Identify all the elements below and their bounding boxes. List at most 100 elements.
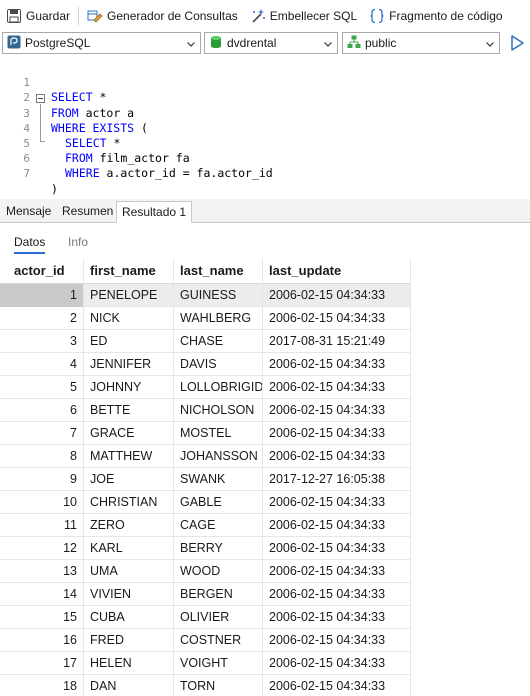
table-cell[interactable]: WOOD bbox=[174, 560, 263, 583]
table-cell[interactable]: 2 bbox=[0, 307, 84, 330]
tab-summary[interactable]: Resumen bbox=[57, 201, 118, 223]
table-cell[interactable]: WAHLBERG bbox=[174, 307, 263, 330]
table-cell[interactable]: GABLE bbox=[174, 491, 263, 514]
table-row[interactable]: 14 VIVIEN BERGEN 2006-02-15 04:34:33 bbox=[0, 583, 411, 606]
table-cell[interactable]: 2006-02-15 04:34:33 bbox=[263, 514, 411, 537]
table-cell[interactable]: JOHANSSON bbox=[174, 445, 263, 468]
table-cell[interactable]: DAVIS bbox=[174, 353, 263, 376]
table-cell[interactable]: HELEN bbox=[84, 652, 174, 675]
tab-info[interactable]: Info bbox=[68, 234, 88, 254]
table-cell[interactable]: 1 bbox=[0, 284, 84, 307]
table-cell[interactable]: 2017-12-27 16:05:38 bbox=[263, 468, 411, 491]
table-cell[interactable]: CAGE bbox=[174, 514, 263, 537]
snippet-button[interactable]: Fragmento de código bbox=[365, 4, 506, 28]
table-cell[interactable]: MOSTEL bbox=[174, 422, 263, 445]
table-cell[interactable]: 8 bbox=[0, 445, 84, 468]
table-cell[interactable]: NICHOLSON bbox=[174, 399, 263, 422]
table-cell[interactable]: 13 bbox=[0, 560, 84, 583]
table-cell[interactable]: COSTNER bbox=[174, 629, 263, 652]
table-cell[interactable]: 10 bbox=[0, 491, 84, 514]
table-row[interactable]: 11 ZERO CAGE 2006-02-15 04:34:33 bbox=[0, 514, 411, 537]
table-row[interactable]: 2 NICK WAHLBERG 2006-02-15 04:34:33 bbox=[0, 307, 411, 330]
table-cell[interactable]: ZERO bbox=[84, 514, 174, 537]
table-row[interactable]: 9 JOE SWANK 2017-12-27 16:05:38 bbox=[0, 468, 411, 491]
table-cell[interactable]: VOIGHT bbox=[174, 652, 263, 675]
table-cell[interactable]: 9 bbox=[0, 468, 84, 491]
table-cell[interactable]: 2006-02-15 04:34:33 bbox=[263, 629, 411, 652]
table-cell[interactable]: 2006-02-15 04:34:33 bbox=[263, 560, 411, 583]
column-header[interactable]: last_update bbox=[263, 258, 411, 284]
tab-result-1[interactable]: Resultado 1 bbox=[116, 201, 193, 223]
table-cell[interactable]: JOHNNY bbox=[84, 376, 174, 399]
table-row[interactable]: 8 MATTHEW JOHANSSON 2006-02-15 04:34:33 bbox=[0, 445, 411, 468]
table-cell[interactable]: 4 bbox=[0, 353, 84, 376]
table-row[interactable]: 15 CUBA OLIVIER 2006-02-15 04:34:33 bbox=[0, 606, 411, 629]
table-cell[interactable]: 3 bbox=[0, 330, 84, 353]
column-header[interactable]: actor_id bbox=[0, 258, 84, 284]
table-cell[interactable]: 2006-02-15 04:34:33 bbox=[263, 376, 411, 399]
table-cell[interactable]: 2006-02-15 04:34:33 bbox=[263, 583, 411, 606]
table-cell[interactable]: TORN bbox=[174, 675, 263, 696]
table-cell[interactable]: VIVIEN bbox=[84, 583, 174, 606]
table-row[interactable]: 16 FRED COSTNER 2006-02-15 04:34:33 bbox=[0, 629, 411, 652]
table-row[interactable]: 3 ED CHASE 2017-08-31 15:21:49 bbox=[0, 330, 411, 353]
table-row[interactable]: 7 GRACE MOSTEL 2006-02-15 04:34:33 bbox=[0, 422, 411, 445]
table-cell[interactable]: 2006-02-15 04:34:33 bbox=[263, 537, 411, 560]
table-cell[interactable]: JOE bbox=[84, 468, 174, 491]
table-cell[interactable]: 17 bbox=[0, 652, 84, 675]
table-cell[interactable]: 11 bbox=[0, 514, 84, 537]
table-cell[interactable]: MATTHEW bbox=[84, 445, 174, 468]
table-cell[interactable]: 2006-02-15 04:34:33 bbox=[263, 491, 411, 514]
query-builder-button[interactable]: Generador de Consultas bbox=[83, 4, 242, 28]
table-cell[interactable]: 5 bbox=[0, 376, 84, 399]
table-cell[interactable]: 14 bbox=[0, 583, 84, 606]
column-header[interactable]: first_name bbox=[84, 258, 174, 284]
table-cell[interactable]: 12 bbox=[0, 537, 84, 560]
table-cell[interactable]: 6 bbox=[0, 399, 84, 422]
tab-data[interactable]: Datos bbox=[14, 234, 46, 254]
schema-select[interactable]: public bbox=[342, 32, 500, 54]
table-cell[interactable]: BERRY bbox=[174, 537, 263, 560]
column-header[interactable]: last_name bbox=[174, 258, 263, 284]
table-cell[interactable]: 16 bbox=[0, 629, 84, 652]
database-select[interactable]: dvdrental bbox=[204, 32, 338, 54]
table-cell[interactable]: CUBA bbox=[84, 606, 174, 629]
table-cell[interactable]: 2006-02-15 04:34:33 bbox=[263, 399, 411, 422]
table-cell[interactable]: 2006-02-15 04:34:33 bbox=[263, 284, 411, 307]
table-row[interactable]: 13 UMA WOOD 2006-02-15 04:34:33 bbox=[0, 560, 411, 583]
table-row[interactable]: 6 BETTE NICHOLSON 2006-02-15 04:34:33 bbox=[0, 399, 411, 422]
table-cell[interactable]: GUINESS bbox=[174, 284, 263, 307]
table-cell[interactable]: CHRISTIAN bbox=[84, 491, 174, 514]
table-cell[interactable]: SWANK bbox=[174, 468, 263, 491]
table-cell[interactable]: 2006-02-15 04:34:33 bbox=[263, 606, 411, 629]
table-cell[interactable]: GRACE bbox=[84, 422, 174, 445]
fold-toggle-icon[interactable] bbox=[36, 94, 45, 103]
table-row[interactable]: 10 CHRISTIAN GABLE 2006-02-15 04:34:33 bbox=[0, 491, 411, 514]
table-cell[interactable]: 18 bbox=[0, 675, 84, 696]
table-cell[interactable]: 15 bbox=[0, 606, 84, 629]
table-cell[interactable]: OLIVIER bbox=[174, 606, 263, 629]
table-cell[interactable]: BERGEN bbox=[174, 583, 263, 606]
table-cell[interactable]: DAN bbox=[84, 675, 174, 696]
table-cell[interactable]: 2006-02-15 04:34:33 bbox=[263, 307, 411, 330]
beautify-sql-button[interactable]: Embellecer SQL bbox=[246, 4, 361, 28]
save-button[interactable]: Guardar bbox=[2, 4, 74, 28]
table-cell[interactable]: 2006-02-15 04:34:33 bbox=[263, 422, 411, 445]
table-cell[interactable]: JENNIFER bbox=[84, 353, 174, 376]
table-cell[interactable]: ED bbox=[84, 330, 174, 353]
table-row[interactable]: 4 JENNIFER DAVIS 2006-02-15 04:34:33 bbox=[0, 353, 411, 376]
table-cell[interactable]: 2006-02-15 04:34:33 bbox=[263, 652, 411, 675]
connection-select[interactable]: PostgreSQL bbox=[2, 32, 201, 54]
table-row[interactable]: 1 PENELOPE GUINESS 2006-02-15 04:34:33 bbox=[0, 284, 411, 307]
table-cell[interactable]: NICK bbox=[84, 307, 174, 330]
table-cell[interactable]: BETTE bbox=[84, 399, 174, 422]
table-row[interactable]: 12 KARL BERRY 2006-02-15 04:34:33 bbox=[0, 537, 411, 560]
tab-message[interactable]: Mensaje bbox=[1, 201, 56, 223]
table-cell[interactable]: 2006-02-15 04:34:33 bbox=[263, 353, 411, 376]
table-row[interactable]: 17 HELEN VOIGHT 2006-02-15 04:34:33 bbox=[0, 652, 411, 675]
table-cell[interactable]: 2006-02-15 04:34:33 bbox=[263, 675, 411, 696]
table-cell[interactable]: 7 bbox=[0, 422, 84, 445]
run-icon[interactable] bbox=[509, 34, 525, 52]
table-cell[interactable]: PENELOPE bbox=[84, 284, 174, 307]
table-cell[interactable]: CHASE bbox=[174, 330, 263, 353]
